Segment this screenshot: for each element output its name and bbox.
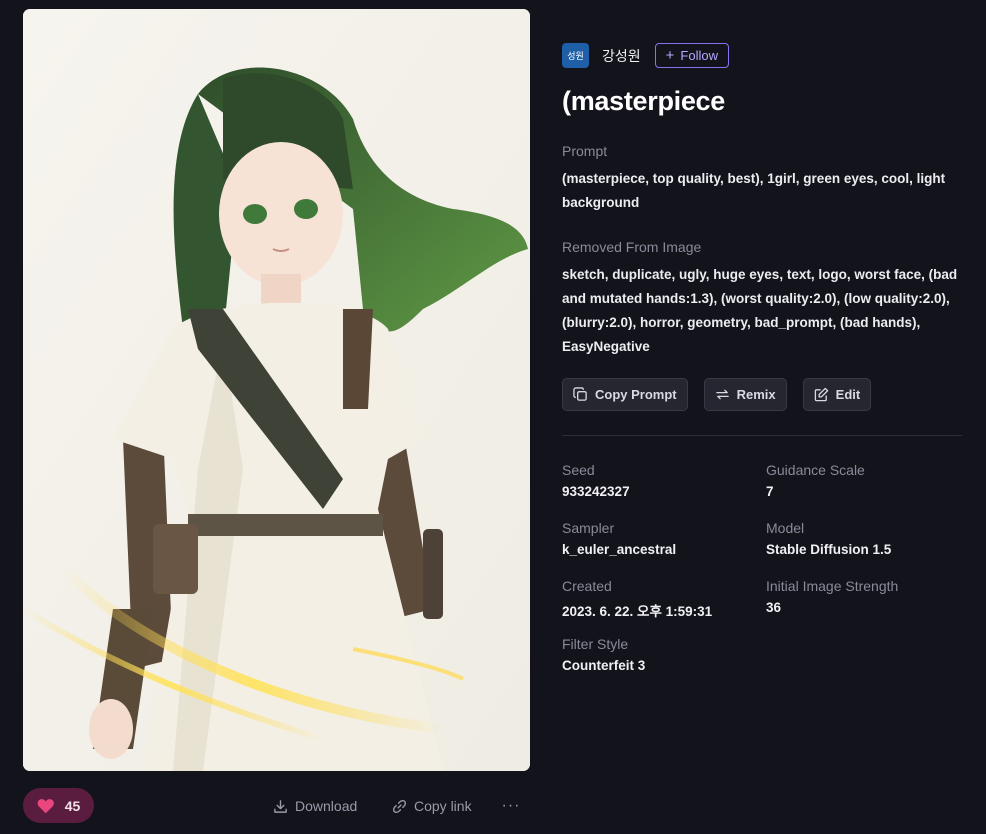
link-icon [392, 799, 407, 813]
like-button[interactable]: 45 [23, 788, 94, 823]
avatar[interactable]: 성원 [562, 43, 589, 68]
download-label: Download [295, 798, 358, 814]
edit-label: Edit [835, 387, 861, 402]
edit-icon [814, 387, 828, 402]
meta-sampler: Sampler k_euler_ancestral [562, 520, 752, 557]
meta-value: 7 [766, 484, 774, 499]
prompt-text: (masterpiece, top quality, best), 1girl,… [562, 171, 946, 210]
meta-seed: Seed 933242327 [562, 462, 752, 499]
copy-prompt-button[interactable]: Copy Prompt [562, 378, 688, 411]
meta-label: Sampler [562, 520, 615, 536]
meta-model: Model Stable Diffusion 1.5 [766, 520, 956, 557]
edit-button[interactable]: Edit [802, 378, 872, 411]
prompt-label: Prompt [562, 143, 608, 159]
plus-icon: + [665, 47, 675, 64]
meta-value: 36 [766, 600, 782, 615]
author-name[interactable]: 강성원 [602, 46, 641, 66]
divider [562, 435, 962, 436]
copy-icon [573, 387, 587, 401]
meta-value: Stable Diffusion 1.5 [766, 542, 892, 557]
meta-label: Model [766, 520, 805, 536]
negative-prompt-text: sketch, duplicate, ugly, huge eyes, text… [562, 267, 958, 354]
meta-guidance-scale: Guidance Scale 7 [766, 462, 956, 499]
meta-value: Counterfeit 3 [562, 658, 646, 673]
image-detail-page: 45 Download Copy link ··· 성원 강성원 + Follo… [0, 0, 986, 834]
prompt-actions: Copy Prompt Remix Edit [562, 378, 872, 411]
meta-label: Filter Style [562, 636, 629, 652]
remix-icon [715, 389, 729, 400]
like-count: 45 [64, 797, 81, 814]
remix-label: Remix [736, 387, 776, 402]
meta-value: 933242327 [562, 484, 630, 499]
download-icon [274, 799, 287, 813]
meta-value: k_euler_ancestral [562, 542, 677, 557]
meta-created: Created 2023. 6. 22. 오후 1:59:31 [562, 578, 752, 620]
meta-label: Guidance Scale [766, 462, 865, 478]
more-icon[interactable]: ··· [502, 796, 520, 816]
author-row: 성원 강성원 + Follow [562, 43, 729, 68]
heart-icon [37, 798, 55, 814]
copy-prompt-label: Copy Prompt [595, 387, 677, 402]
download-button[interactable]: Download [273, 796, 357, 816]
page-title: (masterpiece [562, 86, 725, 116]
copy-link-label: Copy link [414, 798, 472, 814]
meta-value: 2023. 6. 22. 오후 1:59:31 [562, 604, 713, 619]
remix-button[interactable]: Remix [703, 378, 787, 411]
meta-label: Created [562, 578, 612, 594]
negative-prompt-label: Removed From Image [562, 239, 702, 255]
anime-girl-illustration [23, 9, 530, 771]
meta-filter-style: Filter Style Counterfeit 3 [562, 636, 752, 673]
generated-image[interactable] [23, 9, 530, 771]
meta-label: Seed [562, 462, 595, 478]
copy-link-button[interactable]: Copy link [392, 796, 472, 816]
meta-label: Initial Image Strength [766, 578, 899, 594]
follow-button[interactable]: + Follow [654, 43, 729, 68]
meta-initial-image-strength: Initial Image Strength 36 [766, 578, 956, 615]
follow-label: Follow [680, 48, 718, 63]
